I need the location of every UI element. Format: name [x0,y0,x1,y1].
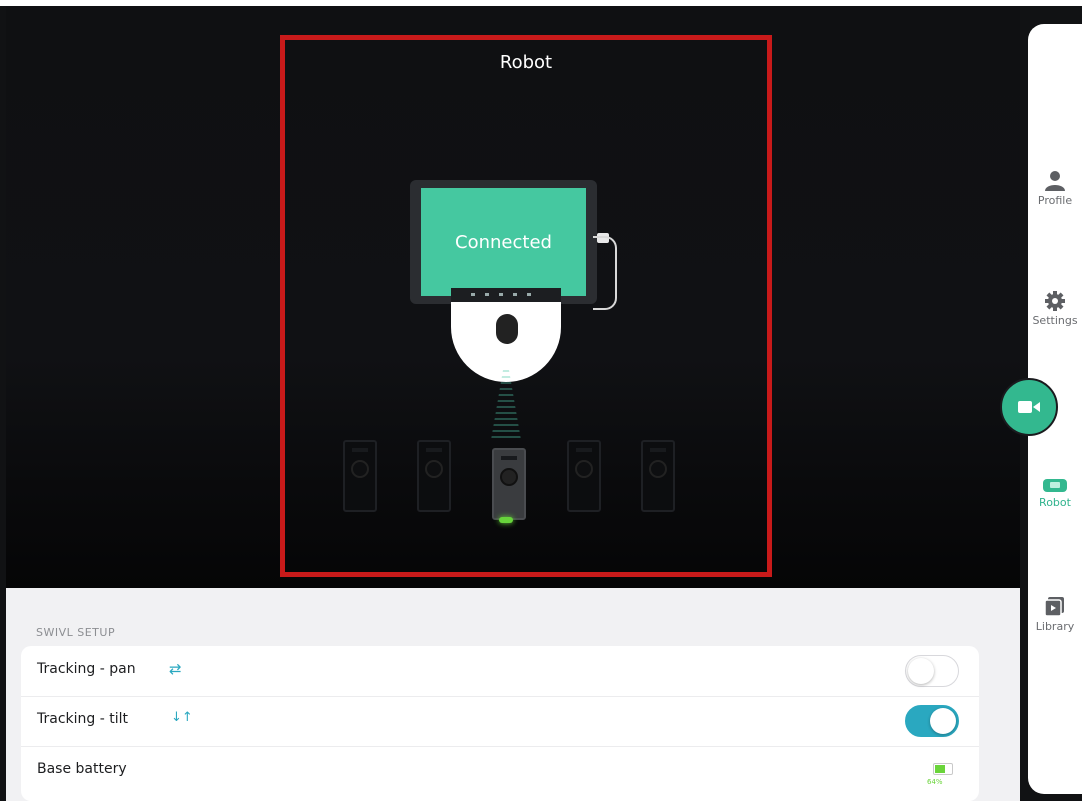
pan-arrows-icon: ⇄ [169,660,182,678]
nav-settings[interactable]: Settings [1028,290,1082,327]
setting-label: Base battery [37,761,127,777]
marker-status-led [499,517,513,523]
library-icon [1044,597,1064,617]
nav-label: Settings [1032,314,1078,327]
battery-percent: 64% [927,778,943,786]
video-camera-icon [1018,401,1040,413]
nav-robot[interactable]: Robot [1028,476,1082,509]
connection-status: Connected [421,188,586,296]
setting-row-tracking-pan: Tracking - pan ⇄ [21,646,979,697]
nav-label: Robot [1039,496,1071,509]
setting-label: Tracking - tilt [37,711,128,727]
nav-label: Library [1035,620,1075,633]
robot-icon [1043,479,1067,492]
charging-cable [593,236,617,310]
robot-base-illustration [451,288,561,382]
toggle-knob [930,708,956,734]
tracking-tilt-toggle[interactable] [905,705,959,737]
setting-label: Tracking - pan [37,661,136,677]
section-label: SWIVL SETUP [36,626,116,639]
setting-row-tracking-tilt: Tracking - tilt ↓↑ [21,696,979,747]
nav-library[interactable]: Library [1028,596,1082,633]
base-sensor [496,314,518,344]
tracking-pan-toggle[interactable] [905,655,959,687]
setup-card: Tracking - pan ⇄ Tracking - tilt ↓↑ Base… [21,646,979,801]
marker-icon [343,440,377,512]
tilt-arrows-icon: ↓↑ [171,710,193,725]
marker-icon [567,440,601,512]
toggle-knob [908,658,934,684]
person-icon [1045,171,1065,191]
setting-row-base-battery: Base battery 64% [21,746,979,796]
setup-panel: SWIVL SETUP Tracking - pan ⇄ Tracking - … [6,588,1020,801]
marker-icon [417,440,451,512]
record-video-button[interactable] [1000,378,1058,436]
tablet-illustration: Connected [410,180,597,304]
battery-fill [935,765,945,773]
base-lights [471,293,541,296]
robot-status-frame: Robot Connected [280,35,772,577]
battery-icon [933,763,953,775]
active-marker-icon [492,448,526,520]
marker-icon [641,440,675,512]
gear-icon [1045,291,1065,311]
camera-stage: Robot Connected [6,6,1020,588]
nav-profile[interactable]: Profile [1028,170,1082,207]
nav-label: Profile [1037,194,1073,207]
robot-title: Robot [499,52,553,73]
